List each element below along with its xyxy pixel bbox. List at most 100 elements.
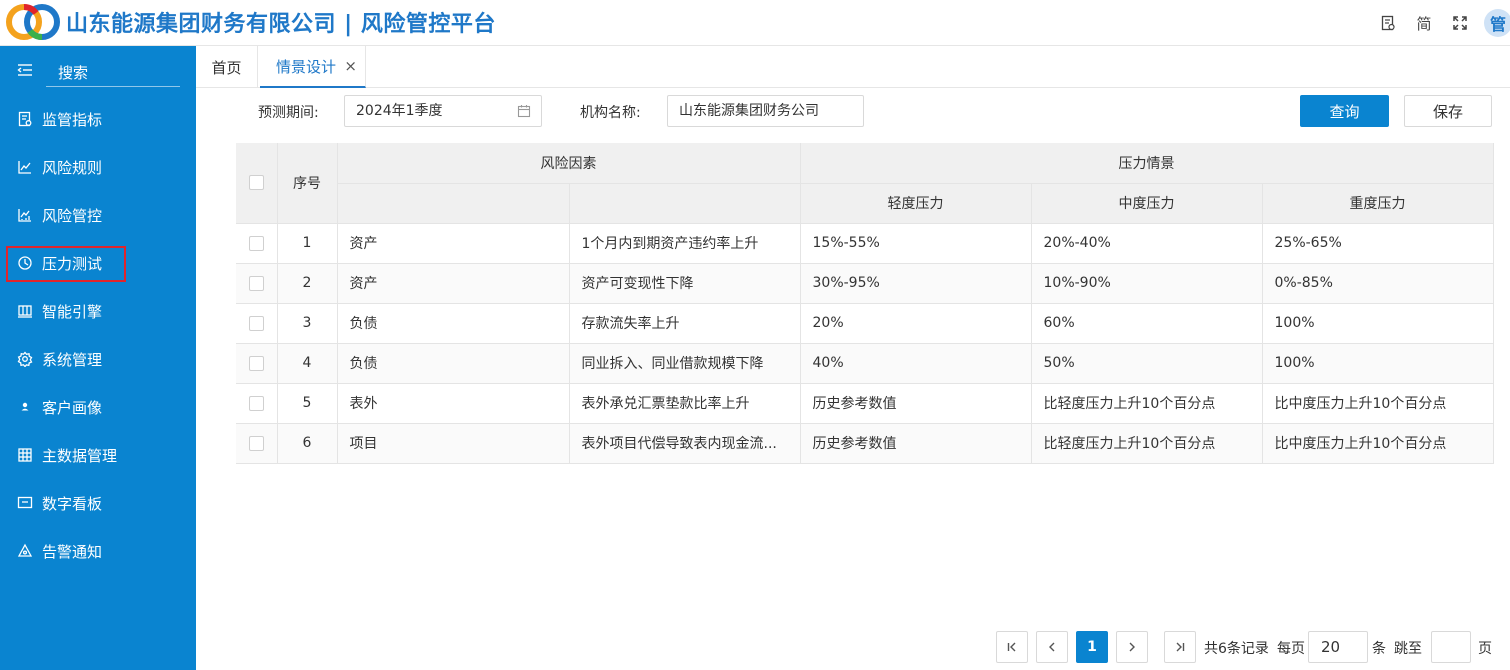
cell-index: 4	[277, 343, 338, 384]
sidebar-item-label: 客户画像	[42, 398, 103, 417]
checkbox[interactable]	[248, 175, 264, 191]
simplified-chinese-toggle[interactable]: 简	[1406, 0, 1442, 46]
row-checkbox-cell[interactable]	[236, 263, 278, 304]
cell-light: 40%	[800, 343, 1032, 384]
checkbox[interactable]	[248, 395, 264, 411]
cell-light: 历史参考数值	[800, 383, 1032, 424]
cell-medium: 比轻度压力上升10个百分点	[1031, 423, 1263, 464]
cell-index: 3	[277, 303, 338, 344]
document-icon[interactable]	[1370, 0, 1406, 46]
cell-light: 15%-55%	[800, 223, 1032, 264]
header-select-all[interactable]	[236, 143, 278, 224]
tab-scenario-design[interactable]: 情景设计 ×	[260, 46, 366, 88]
tab-label: 情景设计	[276, 57, 337, 76]
column-header-category	[337, 183, 570, 224]
table-row[interactable]: 5 表外 表外承兑汇票垫款比率上升 历史参考数值 比轻度压力上升10个百分点 比中度压力上…	[236, 383, 1494, 424]
cell-heavy: 0%-85%	[1262, 263, 1494, 304]
table-row[interactable]: 1 资产 1个月内到期资产违约率上升 15%-55% 20%-40% 25%-65%	[236, 223, 1494, 264]
row-checkbox-cell[interactable]	[236, 303, 278, 344]
cell-medium: 比轻度压力上升10个百分点	[1031, 383, 1263, 424]
monitor-icon	[16, 494, 34, 512]
sidebar-search[interactable]: 搜索	[0, 46, 196, 94]
cell-factor: 同业拆入、同业借款规模下降	[569, 343, 801, 384]
save-button[interactable]: 保存	[1404, 95, 1492, 127]
document-check-icon	[16, 110, 34, 128]
column-header-light: 轻度压力	[800, 183, 1032, 224]
cell-medium: 50%	[1031, 343, 1263, 384]
gear-icon	[16, 350, 34, 368]
fullscreen-icon[interactable]	[1442, 0, 1478, 46]
menu-collapse-icon[interactable]	[16, 61, 34, 79]
table-row[interactable]: 3 负债 存款流失率上升 20% 60% 100%	[236, 303, 1494, 344]
last-page-button[interactable]	[1164, 631, 1196, 663]
grid-icon	[16, 302, 34, 320]
cell-heavy: 25%-65%	[1262, 223, 1494, 264]
column-header-medium: 中度压力	[1031, 183, 1263, 224]
page-number-button[interactable]: 1	[1076, 631, 1108, 663]
sidebar: 搜索 监管指标 风险规则 风险管控 压力测试 智能引擎 系统管理 客户画像 主数…	[0, 46, 196, 670]
user-avatar[interactable]: 管	[1484, 9, 1510, 37]
cell-category: 负债	[337, 303, 570, 344]
cell-heavy: 100%	[1262, 303, 1494, 344]
cell-medium: 60%	[1031, 303, 1263, 344]
row-checkbox-cell[interactable]	[236, 223, 278, 264]
per-page-label: 每页	[1277, 641, 1305, 657]
per-page-unit: 条	[1372, 641, 1386, 657]
query-button[interactable]: 查询	[1300, 95, 1389, 127]
table-row[interactable]: 6 项目 表外项目代偿导致表内现金流... 历史参考数值 比轻度压力上升10个百分点 比中…	[236, 423, 1494, 464]
checkbox[interactable]	[248, 275, 264, 291]
sidebar-item-customer-profile[interactable]: 客户画像	[0, 387, 196, 427]
row-checkbox-cell[interactable]	[236, 423, 278, 464]
sidebar-item-alert-notice[interactable]: 告警通知	[0, 531, 196, 571]
header-toolbar: 简 管	[1370, 0, 1510, 46]
org-name-input[interactable]: 山东能源集团财务公司	[667, 95, 864, 127]
cell-heavy: 比中度压力上升10个百分点	[1262, 423, 1494, 464]
scenario-table: 序号 风险因素 压力情景 轻度压力 中度压力 重度压力 1 资产 1个月内到期资产违…	[236, 143, 1494, 464]
sidebar-item-digital-dashboard[interactable]: 数字看板	[0, 483, 196, 523]
first-page-icon	[1007, 642, 1016, 652]
sidebar-item-label: 智能引擎	[42, 302, 103, 321]
next-page-button[interactable]	[1116, 631, 1148, 663]
sidebar-item-label: 数字看板	[42, 494, 103, 513]
cell-light: 20%	[800, 303, 1032, 344]
table-row[interactable]: 2 资产 资产可变现性下降 30%-95% 10%-90% 0%-85%	[236, 263, 1494, 304]
per-page-input[interactable]: 20	[1308, 631, 1368, 663]
chevron-left-icon	[1049, 642, 1055, 652]
calendar-icon[interactable]	[517, 104, 531, 118]
sidebar-item-label: 主数据管理	[42, 446, 118, 465]
page-unit: 页	[1478, 641, 1492, 657]
first-page-button[interactable]	[996, 631, 1028, 663]
cell-heavy: 比中度压力上升10个百分点	[1262, 383, 1494, 424]
last-page-icon	[1176, 642, 1185, 652]
row-checkbox-cell[interactable]	[236, 383, 278, 424]
prev-page-button[interactable]	[1036, 631, 1068, 663]
cell-index: 1	[277, 223, 338, 264]
cell-index: 2	[277, 263, 338, 304]
checkbox[interactable]	[248, 355, 264, 371]
jump-page-input[interactable]	[1431, 631, 1471, 663]
cell-factor: 存款流失率上升	[569, 303, 801, 344]
close-icon[interactable]: ×	[344, 57, 357, 75]
sidebar-item-smart-engine[interactable]: 智能引擎	[0, 291, 196, 331]
cell-category: 资产	[337, 223, 570, 264]
checkbox[interactable]	[248, 315, 264, 331]
checkbox[interactable]	[248, 435, 264, 451]
column-header-factor-detail	[569, 183, 801, 224]
cell-light: 30%-95%	[800, 263, 1032, 304]
jump-label: 跳至	[1394, 641, 1422, 657]
sidebar-item-risk-control[interactable]: 风险管控	[0, 195, 196, 235]
sidebar-item-regulatory-indicators[interactable]: 监管指标	[0, 99, 196, 139]
checkbox[interactable]	[248, 235, 264, 251]
sidebar-item-master-data[interactable]: 主数据管理	[0, 435, 196, 475]
app-header: 山东能源集团财务有限公司 | 风险管控平台 简 管	[0, 0, 1510, 46]
period-date-picker[interactable]: 2024年1季度	[344, 95, 542, 127]
cell-index: 6	[277, 423, 338, 464]
sidebar-item-risk-rules[interactable]: 风险规则	[0, 147, 196, 187]
sidebar-item-system-management[interactable]: 系统管理	[0, 339, 196, 379]
alert-icon	[16, 542, 34, 560]
bar-chart-icon	[16, 206, 34, 224]
table-row[interactable]: 4 负债 同业拆入、同业借款规模下降 40% 50% 100%	[236, 343, 1494, 384]
tab-home[interactable]: 首页	[196, 46, 258, 88]
row-checkbox-cell[interactable]	[236, 343, 278, 384]
cell-medium: 10%-90%	[1031, 263, 1263, 304]
